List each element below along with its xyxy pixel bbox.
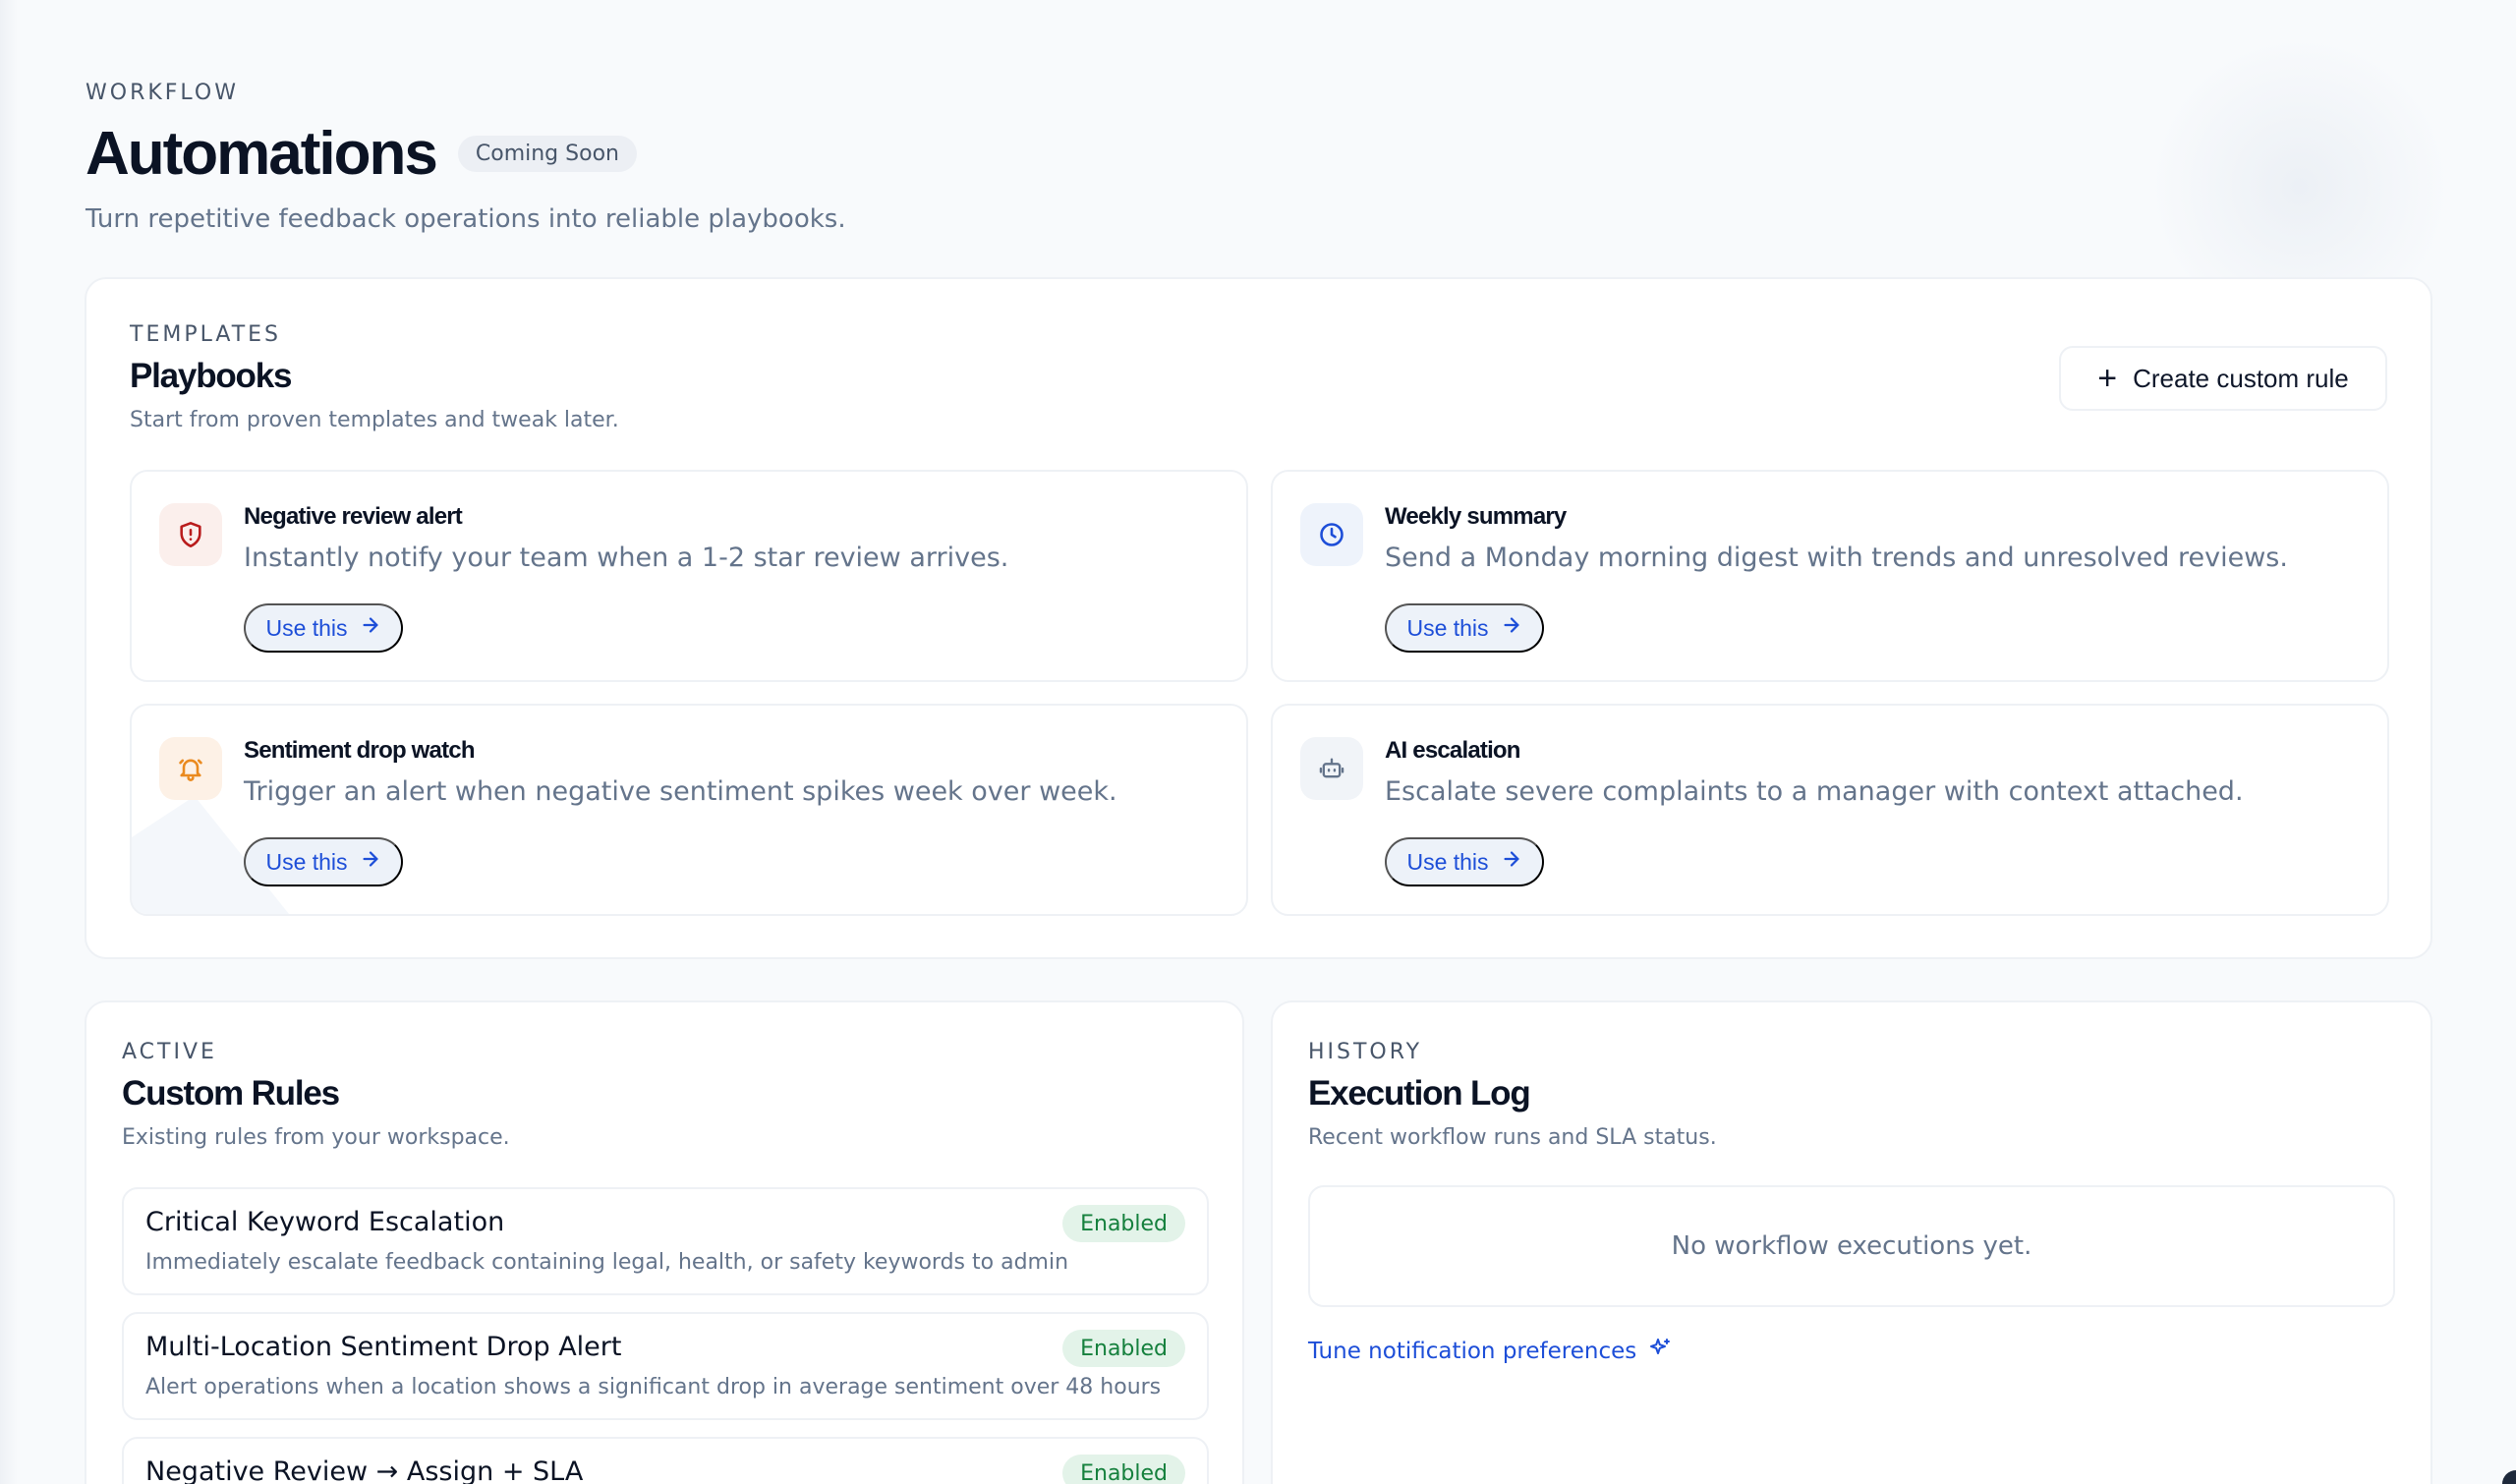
sparkles-icon (1648, 1337, 1672, 1366)
template-weekly-summary: Weekly summary Send a Monday morning dig… (1271, 470, 2389, 682)
use-template-button[interactable]: Use this (1385, 837, 1544, 886)
template-description: Send a Monday morning digest with trends… (1385, 542, 2288, 573)
arrow-right-icon (1501, 614, 1522, 642)
arrow-right-icon (360, 614, 381, 642)
execution-log-card: HISTORY Execution Log Recent workflow ru… (1271, 1000, 2432, 1484)
rule-item[interactable]: Negative Review → Assign + SLA Enabled (122, 1437, 1209, 1484)
template-title: Weekly summary (1385, 503, 1567, 530)
rule-description: Alert operations when a location shows a… (145, 1375, 1162, 1399)
automations-page: WORKFLOW Automations Coming Soon Turn re… (0, 0, 2516, 1484)
empty-state: No workflow executions yet. (1308, 1185, 2395, 1307)
playbooks-title: Playbooks (130, 357, 292, 395)
template-description: Instantly notify your team when a 1-2 st… (244, 542, 1009, 573)
arrow-right-icon (1501, 848, 1522, 876)
arrow-right-icon (360, 848, 381, 876)
status-badge: Enabled (1062, 1455, 1185, 1484)
execution-log-title: Execution Log (1308, 1074, 1531, 1113)
plus-icon: + (2097, 360, 2118, 397)
page-eyebrow: WORKFLOW (86, 81, 239, 105)
execution-log-subtitle: Recent workflow runs and SLA status. (1308, 1125, 1717, 1150)
coming-soon-badge: Coming Soon (457, 136, 637, 172)
history-eyebrow: HISTORY (1308, 1040, 1423, 1064)
page-subtitle: Turn repetitive feedback operations into… (86, 204, 846, 234)
template-description: Escalate severe complaints to a manager … (1385, 776, 2244, 807)
execution-log-header: HISTORY Execution Log Recent workflow ru… (1308, 1040, 1717, 1150)
use-this-label: Use this (265, 614, 348, 641)
playbooks-subtitle: Start from proven templates and tweak la… (130, 408, 619, 432)
playbooks-card: TEMPLATES Playbooks Start from proven te… (85, 277, 2432, 959)
rule-item[interactable]: Multi-Location Sentiment Drop Alert Aler… (122, 1312, 1209, 1420)
status-badge: Enabled (1062, 1330, 1185, 1367)
page-title: Automations (86, 120, 438, 188)
bell-icon (159, 737, 222, 800)
corner-decoration (2502, 1470, 2516, 1484)
use-this-label: Use this (1406, 614, 1489, 641)
tune-notification-preferences-link[interactable]: Tune notification preferences (1308, 1337, 1672, 1366)
rule-title: Negative Review → Assign + SLA (145, 1456, 584, 1484)
tune-link-label: Tune notification preferences (1308, 1339, 1637, 1364)
custom-rules-subtitle: Existing rules from your workspace. (122, 1125, 510, 1150)
custom-rules-card: ACTIVE Custom Rules Existing rules from … (85, 1000, 1244, 1484)
playbooks-header: TEMPLATES Playbooks Start from proven te… (130, 322, 619, 432)
active-eyebrow: ACTIVE (122, 1040, 217, 1064)
use-template-button[interactable]: Use this (1385, 603, 1544, 653)
use-template-button[interactable]: Use this (244, 837, 403, 886)
bot-icon (1300, 737, 1363, 800)
status-badge: Enabled (1062, 1205, 1185, 1242)
title-row: Automations Coming Soon (86, 119, 846, 189)
template-title: AI escalation (1385, 737, 1520, 764)
rule-item[interactable]: Critical Keyword Escalation Immediately … (122, 1187, 1209, 1295)
rule-title: Multi-Location Sentiment Drop Alert (145, 1332, 622, 1362)
templates-eyebrow: TEMPLATES (130, 322, 281, 347)
template-title: Negative review alert (244, 503, 463, 530)
template-title: Sentiment drop watch (244, 737, 476, 764)
template-description: Trigger an alert when negative sentiment… (244, 776, 1117, 807)
clock-icon (1300, 503, 1363, 566)
create-custom-rule-button[interactable]: + Create custom rule (2059, 346, 2387, 411)
template-negative-review-alert: Negative review alert Instantly notify y… (130, 470, 1248, 682)
use-this-label: Use this (265, 848, 348, 875)
template-sentiment-drop-watch: Sentiment drop watch Trigger an alert wh… (130, 704, 1248, 916)
custom-rules-title: Custom Rules (122, 1074, 340, 1113)
custom-rules-header: ACTIVE Custom Rules Existing rules from … (122, 1040, 510, 1150)
rule-description: Immediately escalate feedback containing… (145, 1250, 1069, 1275)
use-this-label: Use this (1406, 848, 1489, 875)
use-template-button[interactable]: Use this (244, 603, 403, 653)
page-header: WORKFLOW Automations Coming Soon Turn re… (86, 81, 846, 234)
shield-alert-icon (159, 503, 222, 566)
template-ai-escalation: AI escalation Escalate severe complaints… (1271, 704, 2389, 916)
rule-title: Critical Keyword Escalation (145, 1207, 505, 1237)
create-custom-rule-label: Create custom rule (2133, 363, 2349, 393)
